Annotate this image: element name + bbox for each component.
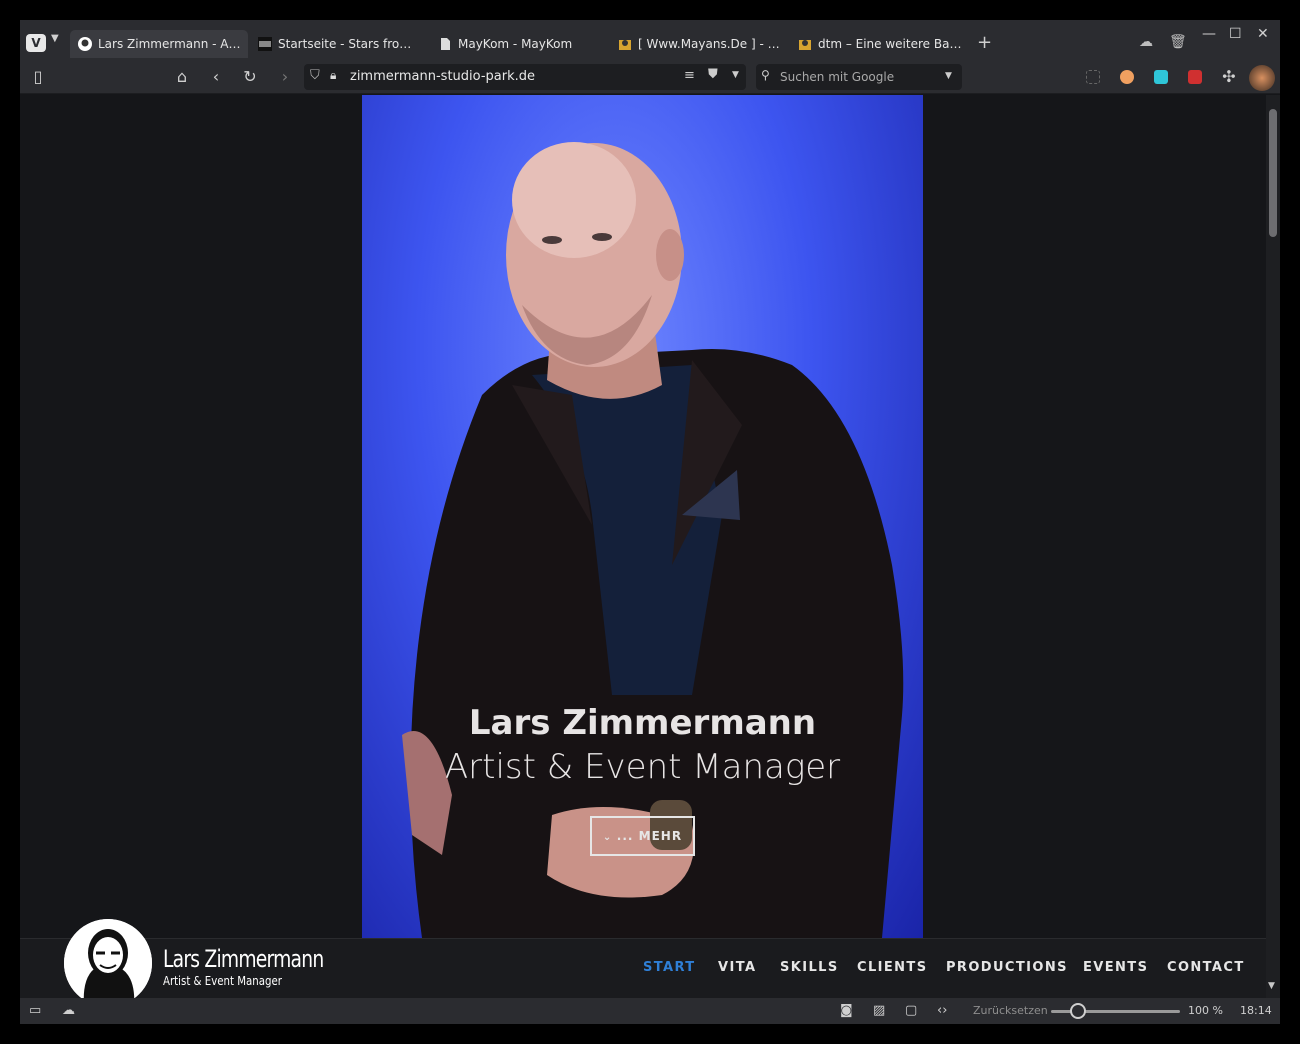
page-scrollbar[interactable]: ▼: [1266, 95, 1280, 998]
portrait-favicon-icon: [78, 37, 92, 51]
forward-icon[interactable]: ›: [275, 67, 295, 86]
nav-start[interactable]: START: [643, 960, 696, 975]
nav-events[interactable]: EVENTS: [1083, 960, 1148, 975]
translate-extension-icon[interactable]: [1188, 70, 1202, 84]
more-button[interactable]: ⌄ ... MEHR: [590, 816, 695, 856]
nav-clients[interactable]: CLIENTS: [857, 960, 927, 975]
lock-icon[interactable]: 🔒︎: [330, 68, 336, 83]
tab-mayans[interactable]: [ Www.Mayans.De ] - Ma...: [610, 30, 788, 58]
more-button-label: ... MEHR: [616, 829, 683, 843]
tab-label: dtm – Eine weitere Baust...: [818, 37, 962, 51]
search-engine-icon[interactable]: ⚲: [761, 68, 770, 82]
shield-icon[interactable]: ⛉: [310, 68, 320, 83]
tab-maykom[interactable]: MayKom - MayKom: [430, 30, 608, 58]
nav-vita[interactable]: VITA: [718, 960, 756, 975]
tab-startseite[interactable]: Startseite - Stars from th...: [250, 30, 428, 58]
mouse-extension-icon[interactable]: [1120, 70, 1134, 84]
dtm-favicon-icon: [799, 40, 811, 50]
back-icon[interactable]: ‹: [206, 67, 226, 86]
hero-title: Lars Zimmermann: [468, 703, 817, 743]
tab-dtm[interactable]: dtm – Eine weitere Baust...: [790, 30, 968, 58]
trash-icon[interactable]: 🗑︎: [1169, 34, 1187, 50]
extension-loading-icon[interactable]: [1086, 70, 1100, 84]
tab-bar: V ▼ Lars Zimmermann - Artist & Startseit…: [20, 20, 1280, 60]
chevron-down-icon: ⌄: [602, 832, 617, 843]
vivaldi-menu-icon[interactable]: V: [26, 34, 46, 52]
image-icon[interactable]: ▨: [873, 1003, 885, 1018]
address-field[interactable]: ⛉ 🔒︎ zimmermann-studio-park.de ≡ ⛊ ▼: [304, 64, 746, 90]
hero-subtitle: Artist & Event Manager: [444, 747, 841, 787]
chevron-down-icon[interactable]: ▼: [945, 71, 952, 81]
minimize-icon[interactable]: —: [1202, 26, 1216, 42]
close-icon[interactable]: ✕: [1257, 26, 1269, 42]
code-icon[interactable]: ‹›: [937, 1003, 947, 1018]
tab-label: MayKom - MayKom: [458, 37, 573, 51]
portrait-photo: [402, 142, 904, 938]
sync-cloud-icon[interactable]: ☁: [62, 1003, 75, 1018]
chevron-down-icon[interactable]: ▼: [732, 70, 739, 80]
nav-skills[interactable]: SKILLS: [780, 960, 839, 975]
panel-toggle-icon[interactable]: ▯: [28, 67, 48, 86]
reload-icon[interactable]: ↻: [240, 67, 260, 86]
profile-avatar[interactable]: [1249, 65, 1275, 91]
home-icon[interactable]: ⌂: [172, 67, 192, 86]
hero-section: Lars Zimmermann Artist & Event Manager ⌄…: [362, 95, 923, 938]
cloud-icon[interactable]: ☁: [1139, 34, 1153, 50]
page-content: Lars Zimmermann Artist & Event Manager ⌄…: [20, 95, 1266, 938]
tiling-icon[interactable]: ▢: [905, 1003, 917, 1018]
camera-icon[interactable]: ◙: [840, 1003, 853, 1018]
tab-label: Lars Zimmermann - Artist &: [98, 37, 242, 51]
clock: 18:14: [1240, 1004, 1272, 1017]
scroll-down-icon[interactable]: ▼: [1268, 981, 1275, 991]
scrollbar-thumb[interactable]: [1269, 109, 1277, 237]
nav-contact[interactable]: CONTACT: [1167, 960, 1245, 975]
page-favicon-icon: [441, 38, 450, 50]
search-placeholder: Suchen mit Google: [780, 70, 895, 84]
logo-tagline: Artist & Event Manager: [163, 974, 282, 988]
stars-favicon-icon: [258, 37, 272, 51]
logo-portrait[interactable]: [64, 919, 152, 1007]
site-navigation: Lars Zimmermann Artist & Event Manager S…: [20, 919, 1266, 1007]
zoom-slider-handle[interactable]: [1070, 1003, 1086, 1019]
tab-label: [ Www.Mayans.De ] - Ma...: [638, 37, 782, 51]
address-bar-row: ▯ ⌂ ‹ ↻ › ⛉ 🔒︎ zimmermann-studio-park.de…: [20, 60, 1280, 94]
tab-label: Startseite - Stars from th...: [278, 37, 422, 51]
panel-toggle-icon[interactable]: ▭: [29, 1003, 41, 1018]
new-tab-icon[interactable]: +: [977, 32, 992, 53]
search-field[interactable]: ⚲ Suchen mit Google ▼: [756, 64, 962, 90]
logo-name[interactable]: Lars Zimmermann: [163, 945, 324, 973]
extensions-icon[interactable]: ✣: [1219, 67, 1239, 86]
mayans-favicon-icon: [619, 40, 631, 50]
nav-productions[interactable]: PRODUCTIONS: [946, 960, 1068, 975]
logo-face-icon: [64, 919, 152, 1007]
zoom-level: 100 %: [1188, 1004, 1223, 1017]
browser-window: V ▼ Lars Zimmermann - Artist & Startseit…: [20, 20, 1280, 1024]
zoom-reset-button[interactable]: Zurücksetzen: [973, 1004, 1048, 1017]
maximize-icon[interactable]: ☐: [1229, 26, 1242, 42]
status-bar: ▭ ☁ ◙ ▨ ▢ ‹› Zurücksetzen 100 % 18:14: [20, 998, 1280, 1024]
tab-lars-zimmermann[interactable]: Lars Zimmermann - Artist &: [70, 30, 248, 58]
reader-view-icon[interactable]: ≡: [684, 68, 695, 83]
chevron-down-icon[interactable]: ▼: [51, 33, 59, 44]
url-text[interactable]: zimmermann-studio-park.de: [350, 69, 535, 84]
save-extension-icon[interactable]: [1154, 70, 1168, 84]
bookmark-icon[interactable]: ⛊: [708, 67, 718, 82]
